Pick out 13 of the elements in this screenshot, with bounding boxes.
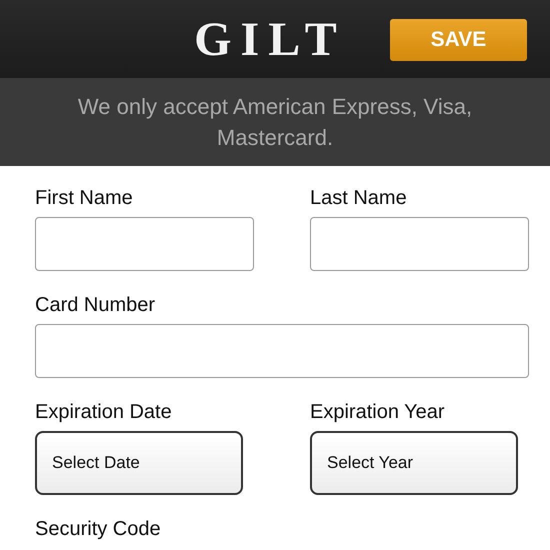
select-field[interactable]: Select Date xyxy=(35,431,243,495)
input-field[interactable] xyxy=(310,217,529,271)
select-field[interactable]: Select Year xyxy=(310,431,518,495)
field-label: First Name xyxy=(35,186,134,210)
input-field[interactable] xyxy=(35,324,529,378)
field-label: Security Code xyxy=(35,517,162,541)
field-label: Expiration Year xyxy=(310,400,446,424)
field-label: Card Number xyxy=(35,293,156,317)
logo: GILT xyxy=(194,12,346,66)
notice-text: We only accept American Express, Visa, Mastercard. xyxy=(76,93,474,152)
field-label: Last Name xyxy=(310,186,408,210)
field-label: Expiration Date xyxy=(35,400,173,424)
input-field[interactable] xyxy=(35,217,254,271)
